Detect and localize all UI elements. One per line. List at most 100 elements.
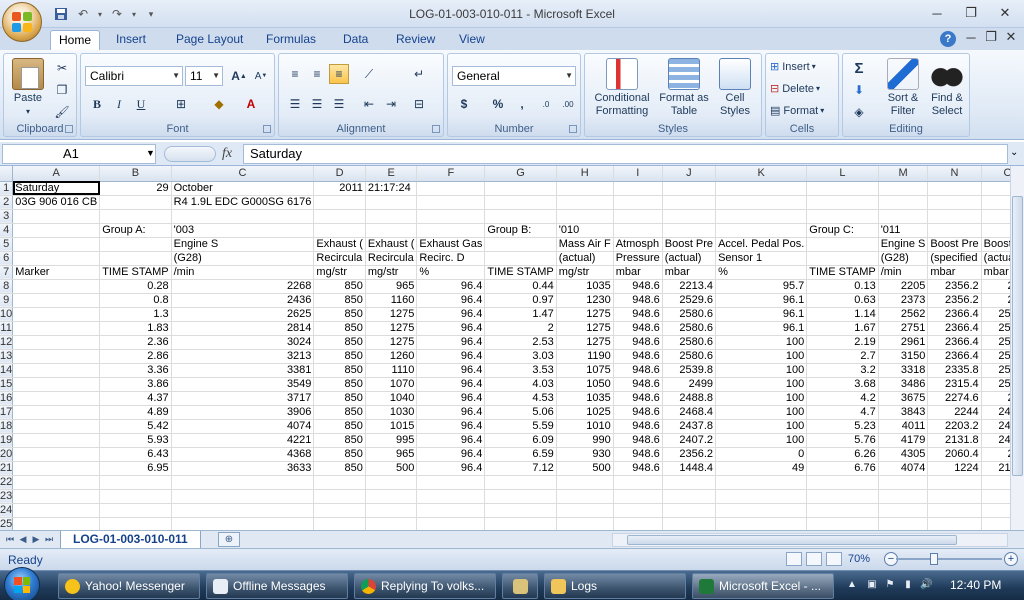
cell[interactable]: 2203.2 [927,419,982,434]
normal-view-icon[interactable] [786,552,802,566]
cell[interactable]: 850 [313,363,366,378]
first-sheet-icon[interactable]: ⏮ [4,533,16,546]
help-icon[interactable]: ? [940,31,956,47]
cell[interactable] [662,209,717,224]
cell[interactable]: 2366.4 [927,335,982,350]
cell[interactable]: 2356.2 [662,447,717,462]
cell[interactable] [662,195,717,210]
cell[interactable]: 4179 [878,433,929,448]
cell[interactable]: 3.2 [806,363,879,378]
underline-icon[interactable]: U [131,94,151,114]
increase-decimal-icon[interactable]: .0 [536,94,556,114]
cell[interactable] [416,181,486,196]
cell[interactable]: 1190 [556,349,614,364]
cell[interactable]: 100 [715,377,808,392]
action-center-icon[interactable]: ⚑ [884,579,896,591]
cell[interactable] [806,475,879,490]
cell[interactable]: 1260 [365,349,418,364]
cell[interactable] [715,517,808,530]
cell[interactable]: 0.97 [484,293,557,308]
row-header[interactable]: 24 [0,503,14,518]
cell[interactable]: 96.1 [715,321,808,336]
cell[interactable]: 6.09 [484,433,557,448]
cell[interactable]: Boost Pre [662,237,717,252]
cell[interactable] [99,209,172,224]
cell[interactable]: 2244 [927,405,982,420]
percent-icon[interactable]: % [488,94,508,114]
row-header[interactable]: 14 [0,363,14,378]
cell[interactable]: 6.59 [484,447,557,462]
cell[interactable]: Exhaust Gas [416,237,486,252]
cell[interactable]: 96.4 [416,307,486,322]
cell[interactable]: Atmosph [613,237,663,252]
cell[interactable]: 2751 [878,321,929,336]
cell[interactable]: 2625 [171,307,315,322]
cell[interactable] [556,181,614,196]
chevron-down-icon[interactable]: ▼ [146,148,155,158]
cell[interactable]: 96.4 [416,461,486,476]
cell[interactable] [484,251,557,266]
delete-cells-button[interactable]: ⊟ Delete ▾ [770,82,820,96]
cell[interactable] [715,181,808,196]
cell[interactable]: (actual) [662,251,717,266]
cell[interactable]: Boost Pre [981,237,1010,252]
font-name-combo[interactable]: Calibri ▼ [85,66,183,86]
row-header[interactable]: 23 [0,489,14,504]
insert-sheet-icon[interactable]: ⊕ [218,532,240,547]
cell[interactable]: 850 [313,293,366,308]
cell[interactable]: 2060.4 [927,447,982,462]
cell[interactable]: 2437.8 [662,419,717,434]
cell[interactable]: 6.43 [99,447,172,462]
cell[interactable]: 1050 [556,377,614,392]
cell[interactable]: 1275 [556,335,614,350]
cell[interactable]: 2011 [313,181,366,196]
cell[interactable]: 2580.6 [981,335,1010,350]
cell[interactable] [365,475,418,490]
cell[interactable]: Engine S [878,237,929,252]
cell[interactable]: 2580.6 [662,321,717,336]
grow-font-icon[interactable]: A ▲ [229,66,249,86]
cell[interactable] [927,475,982,490]
shrink-font-icon[interactable]: A ▼ [251,66,271,86]
cell[interactable] [365,209,418,224]
cell[interactable] [12,307,101,322]
cell[interactable] [99,517,172,530]
cell[interactable]: (actual) [981,251,1010,266]
cell[interactable]: 0.13 [806,279,879,294]
cell[interactable] [662,181,717,196]
cell[interactable] [12,377,101,392]
cell[interactable]: 5.59 [484,419,557,434]
cell[interactable]: 96.4 [416,335,486,350]
cell[interactable] [613,209,663,224]
column-header[interactable]: F [416,166,486,182]
cell[interactable]: 1015 [365,419,418,434]
cell[interactable]: 850 [313,307,366,322]
column-header[interactable]: M [878,166,929,182]
fill-color-icon[interactable]: ◆ [209,94,229,114]
cell[interactable]: 2315.4 [927,377,982,392]
last-sheet-icon[interactable]: ⏭ [43,533,55,546]
cell[interactable]: % [416,265,486,280]
cell[interactable]: October [171,181,315,196]
cell[interactable] [806,237,879,252]
font-color-icon[interactable]: A [241,94,261,114]
cell[interactable]: 0.28 [99,279,172,294]
cell[interactable]: 100 [715,391,808,406]
cell[interactable]: 3150 [878,349,929,364]
cell[interactable] [12,251,101,266]
cell[interactable]: 6.76 [806,461,879,476]
cell[interactable] [662,503,717,518]
cell[interactable] [12,363,101,378]
cell[interactable]: 948.6 [613,433,663,448]
cell[interactable]: 2.36 [99,335,172,350]
cell[interactable]: 4074 [878,461,929,476]
row-header[interactable]: 8 [0,279,14,294]
cell[interactable]: 2335.8 [927,363,982,378]
cell[interactable]: 96.4 [416,377,486,392]
cell[interactable]: 1070 [365,377,418,392]
cell[interactable] [416,475,486,490]
cell[interactable]: 1035 [556,391,614,406]
cell[interactable] [12,419,101,434]
cell[interactable]: 2468.4 [662,405,717,420]
cell[interactable]: 1030 [365,405,418,420]
